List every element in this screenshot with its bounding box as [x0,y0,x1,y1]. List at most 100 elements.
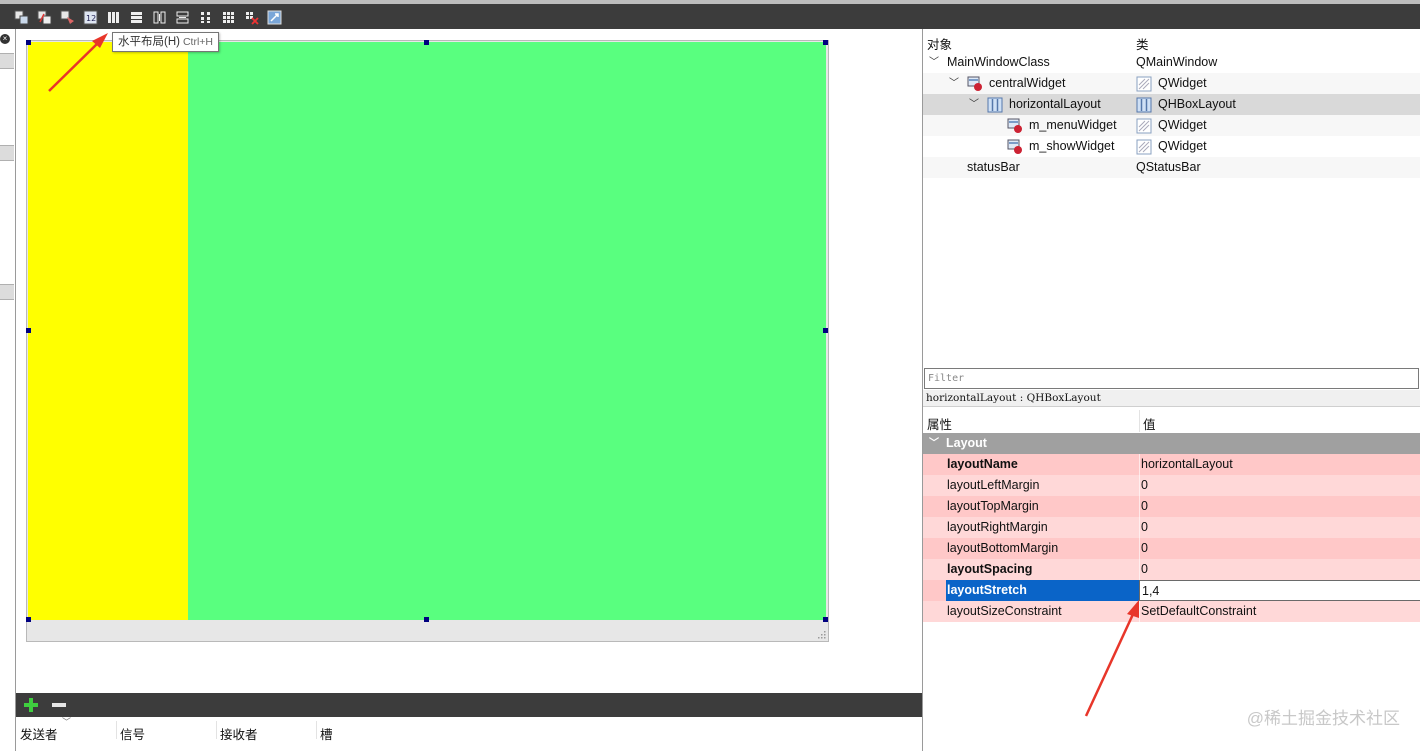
resize-handle[interactable] [823,40,828,45]
plus-icon[interactable] [22,696,40,714]
vertical-layout-icon[interactable] [128,9,144,25]
tree-row-menuwidget[interactable]: m_menuWidget QWidget [923,115,1420,136]
property-row-layout-stretch[interactable]: layoutStretch 1,4 [923,580,1420,601]
resize-handle[interactable] [823,328,828,333]
tooltip: 水平布局(H) Ctrl+H [112,32,220,52]
tree-row-showwidget[interactable]: m_showWidget QWidget [923,136,1420,157]
widget-box-edge: × [0,29,16,751]
tree-row-horizontallayout[interactable]: ﹀ horizontalLayout QHBoxLayout [923,94,1420,115]
property-value[interactable]: 0 [1141,538,1148,559]
object-class: QHBoxLayout [1158,97,1236,111]
minus-icon[interactable] [50,696,68,714]
column-divider [1139,454,1140,475]
widget-icon [1007,118,1022,133]
widget-box-category[interactable] [0,145,14,161]
object-name: MainWindowClass [947,55,1050,69]
property-row[interactable]: layoutTopMargin 0 [923,496,1420,517]
property-value[interactable]: 0 [1141,559,1148,580]
size-grip-icon[interactable] [816,629,826,639]
chevron-down-icon[interactable]: ﹀ [949,73,959,94]
form-canvas [16,29,922,693]
chevron-down-icon[interactable]: ﹀ [929,433,939,454]
break-layout-icon[interactable] [243,9,259,25]
property-row[interactable]: layoutLeftMargin 0 [923,475,1420,496]
resize-handle[interactable] [26,40,31,45]
property-value[interactable]: 0 [1141,517,1148,538]
menu-widget[interactable] [28,42,189,620]
column-value[interactable]: 值 [1143,414,1156,433]
horizontal-splitter-icon[interactable] [151,9,167,25]
column-divider [1139,559,1140,580]
resize-handle[interactable] [424,40,429,45]
column-divider [1139,601,1140,622]
tree-row-statusbar[interactable]: statusBar QStatusBar [923,157,1420,178]
property-row[interactable]: layoutSizeConstraint SetDefaultConstrain… [923,601,1420,622]
show-widget[interactable] [188,42,826,620]
resize-handle[interactable] [424,617,429,622]
object-class: QWidget [1158,118,1207,132]
widget-box-category[interactable] [0,53,14,69]
adjust-size-icon[interactable] [266,9,282,25]
property-name: layoutSizeConstraint [947,604,1062,618]
resize-handle[interactable] [26,617,31,622]
vertical-splitter-icon[interactable] [174,9,190,25]
class-layout-icon [1136,97,1152,113]
edit-tab-order-icon[interactable]: 12 [82,9,98,25]
main-window-form[interactable] [26,40,829,642]
edit-signals-icon[interactable] [36,9,52,25]
object-name: m_showWidget [1029,139,1115,153]
column-divider [316,721,317,739]
sort-indicator-icon: ﹀ [62,717,72,727]
edit-widgets-icon[interactable] [13,9,29,25]
property-value[interactable]: SetDefaultConstraint [1141,601,1256,622]
resize-handle[interactable] [26,328,31,333]
property-name: layoutBottomMargin [947,541,1059,555]
property-row[interactable]: layoutRightMargin 0 [923,517,1420,538]
column-sender[interactable]: 发送者 [20,724,58,743]
tooltip-shortcut: Ctrl+H [182,36,214,48]
widget-box-category[interactable] [0,284,14,300]
right-dock-panel: 对象 类 ﹀ MainWindowClass QMainWindow ﹀ cen… [922,29,1420,751]
chevron-down-icon[interactable]: ﹀ [969,94,979,115]
property-value[interactable]: 0 [1141,475,1148,496]
column-divider [1139,475,1140,496]
property-name: layoutSpacing [947,562,1033,576]
object-name: m_menuWidget [1029,118,1117,132]
grid-layout-icon[interactable] [220,9,236,25]
property-name: layoutTopMargin [947,499,1039,513]
property-value[interactable]: horizontalLayout [1141,454,1233,475]
column-divider [116,721,117,739]
property-row[interactable]: layoutSpacing 0 [923,559,1420,580]
group-label: Layout [946,436,987,450]
edit-buddies-icon[interactable] [59,9,75,25]
object-class: QMainWindow [1136,55,1218,69]
form-editor-toolbar: 12 [0,0,1420,29]
property-row[interactable]: layoutBottomMargin 0 [923,538,1420,559]
class-widget-icon [1136,139,1152,155]
column-class[interactable]: 类 [1136,34,1149,53]
property-name: layoutLeftMargin [947,478,1040,492]
filter-input[interactable]: Filter [924,368,1419,389]
object-class: QWidget [1158,139,1207,153]
watermark: @稀土掘金技术社区 [1246,709,1400,728]
tooltip-label: 水平布局(H) [118,36,180,48]
column-object[interactable]: 对象 [927,34,952,53]
property-row[interactable]: layoutName horizontalLayout [923,454,1420,475]
column-signal[interactable]: 信号 [120,724,145,743]
tree-row-mainwindow[interactable]: ﹀ MainWindowClass QMainWindow [923,52,1420,73]
widget-icon [1007,139,1022,154]
tree-row-centralwidget[interactable]: ﹀ centralWidget QWidget [923,73,1420,94]
property-editor-title: horizontalLayout : QHBoxLayout [923,390,1420,407]
form-layout-icon[interactable] [197,9,213,25]
column-property[interactable]: 属性 [927,414,952,433]
resize-handle[interactable] [823,617,828,622]
property-group-layout[interactable]: ﹀ Layout [923,433,1420,454]
property-value[interactable]: 0 [1141,496,1148,517]
column-slot[interactable]: 槽 [320,724,333,743]
layout-stretch-input[interactable]: 1,4 [1139,580,1420,601]
close-icon[interactable]: × [0,34,10,44]
chevron-down-icon[interactable]: ﹀ [929,52,939,73]
column-divider [1139,517,1140,538]
column-receiver[interactable]: 接收者 [220,724,258,743]
horizontal-layout-icon[interactable] [105,9,121,25]
